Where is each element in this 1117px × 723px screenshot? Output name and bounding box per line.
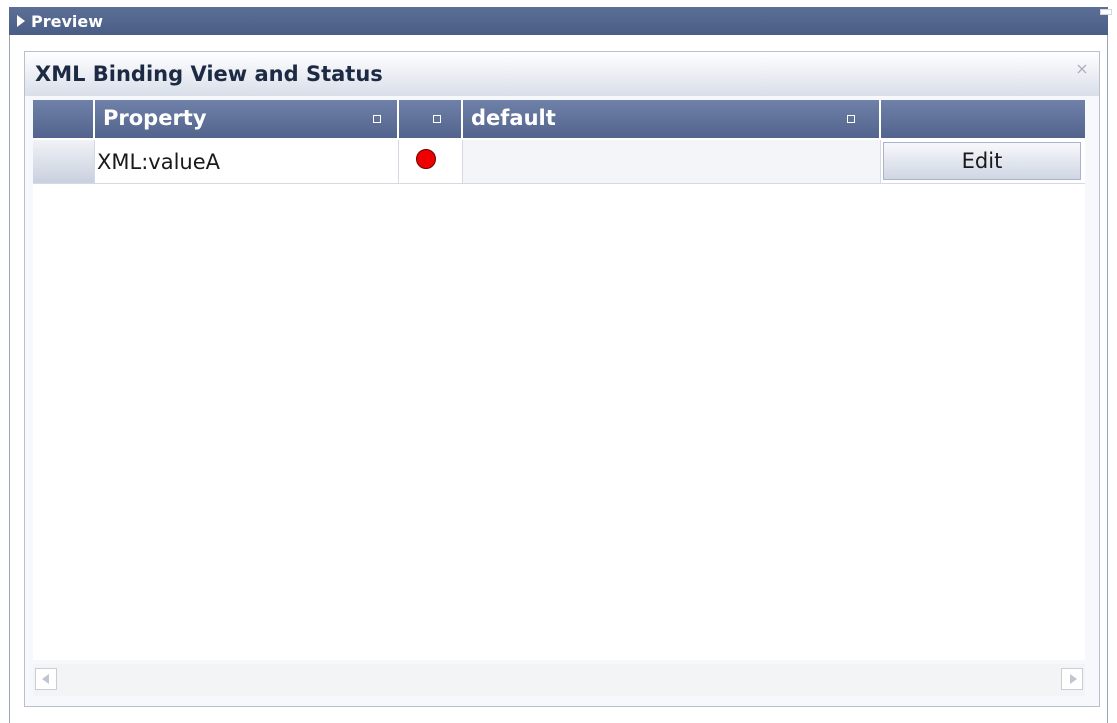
sort-icon[interactable] [433, 115, 441, 123]
header-property[interactable]: Property [95, 100, 399, 138]
binding-grid: Property default XML:valueA Edit [33, 100, 1085, 660]
scroll-left-icon[interactable] [35, 668, 57, 690]
minimize-icon[interactable] [1100, 9, 1112, 15]
horizontal-scrollbar[interactable] [33, 664, 1085, 696]
row-selector[interactable] [33, 140, 95, 184]
xml-binding-panel: XML Binding View and Status ⨯ Property d… [24, 51, 1100, 707]
header-property-label: Property [103, 106, 207, 130]
header-actions [881, 100, 1085, 138]
close-icon[interactable]: ⨯ [1075, 61, 1089, 77]
triangle-right-icon[interactable] [17, 15, 25, 27]
panel-title: XML Binding View and Status [35, 62, 383, 86]
status-cell [399, 140, 463, 184]
header-default[interactable]: default [463, 100, 881, 138]
header-status[interactable] [399, 100, 463, 138]
table-row[interactable]: XML:valueA Edit [33, 140, 1085, 184]
action-cell: Edit [881, 140, 1085, 184]
sort-icon[interactable] [373, 115, 381, 123]
header-row-selector [33, 100, 95, 138]
panel-header: XML Binding View and Status ⨯ [25, 52, 1099, 96]
default-cell[interactable] [463, 140, 881, 184]
preview-bar[interactable]: Preview [9, 7, 1112, 35]
header-default-label: default [471, 106, 556, 130]
edit-button[interactable]: Edit [883, 142, 1081, 180]
property-cell: XML:valueA [95, 140, 399, 184]
scroll-right-icon[interactable] [1061, 668, 1083, 690]
status-dot-icon [416, 149, 436, 169]
grid-header: Property default [33, 100, 1085, 138]
property-value: XML:valueA [97, 150, 221, 174]
preview-title: Preview [31, 11, 104, 31]
sort-icon[interactable] [847, 115, 855, 123]
